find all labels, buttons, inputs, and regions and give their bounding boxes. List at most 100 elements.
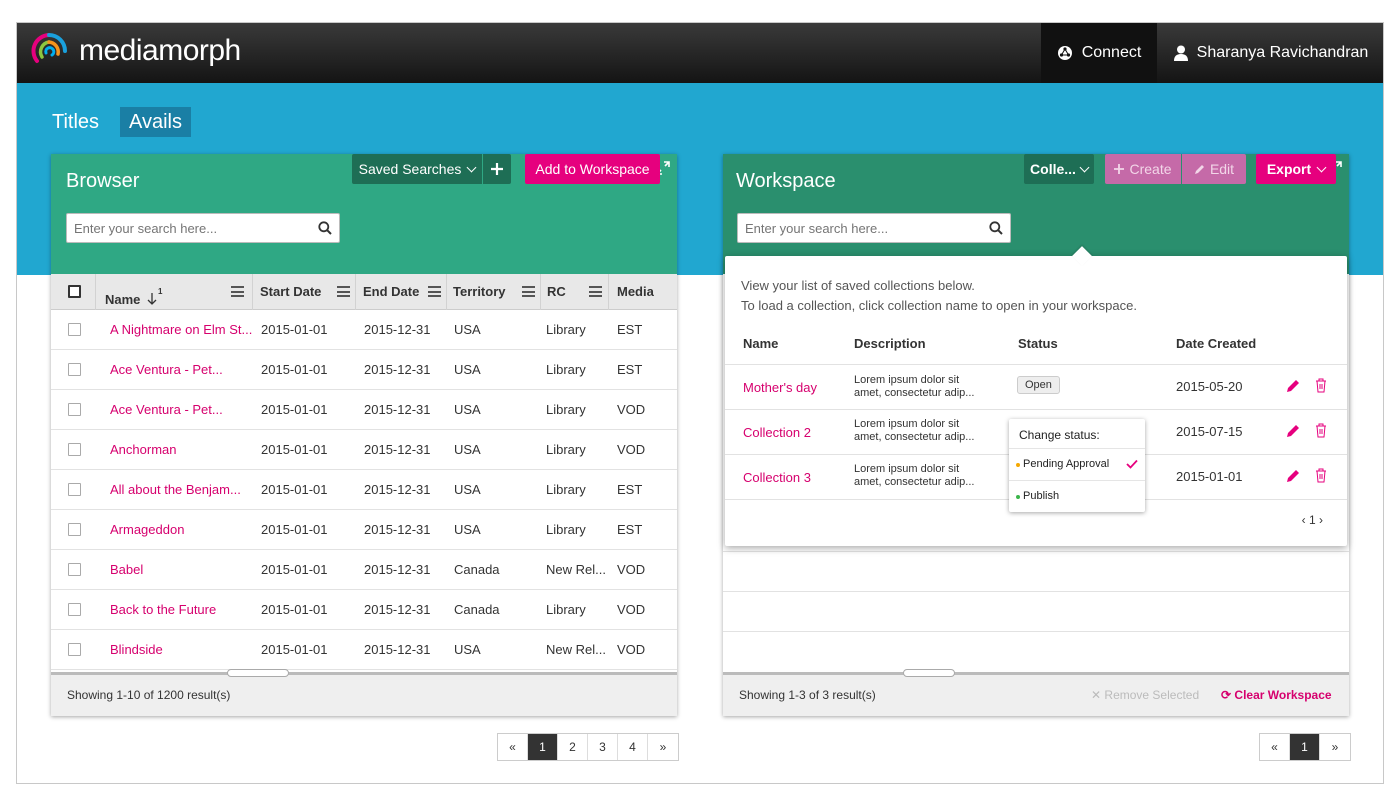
row-checkbox[interactable]: [68, 643, 81, 656]
row-checkbox[interactable]: [68, 403, 81, 416]
cell-media: VOD: [617, 562, 646, 577]
table-row[interactable]: Babel 2015-01-01 2015-12-31 Canada New Rel..…: [51, 550, 677, 590]
row-checkbox[interactable]: [68, 563, 81, 576]
refresh-icon: ⟳: [1221, 688, 1232, 702]
status-option-pending[interactable]: Pending Approval: [1009, 448, 1145, 479]
horizontal-scrollbar[interactable]: [227, 669, 289, 677]
collection-name-link[interactable]: Mother's day: [743, 380, 817, 395]
trash-icon[interactable]: [1314, 422, 1328, 438]
status-badge[interactable]: Open: [1017, 376, 1060, 394]
workspace-search-input[interactable]: [738, 214, 1010, 242]
remove-selected-button[interactable]: ✕ Remove Selected: [1091, 688, 1199, 702]
table-row[interactable]: Ace Ventura - Pet... 2015-01-01 2015-12-31…: [51, 350, 677, 390]
create-button[interactable]: Create: [1105, 154, 1181, 184]
pager-prev[interactable]: «: [1260, 734, 1290, 760]
column-menu-icon[interactable]: [522, 286, 535, 297]
col-name[interactable]: Name 1: [105, 274, 163, 310]
table-row[interactable]: Armageddon 2015-01-01 2015-12-31 USA Library…: [51, 510, 677, 550]
export-button[interactable]: Export: [1256, 154, 1336, 184]
pager-page-1[interactable]: 1: [1290, 734, 1320, 760]
chevron-right-icon[interactable]: ›: [1319, 513, 1323, 527]
cell-name[interactable]: Ace Ventura - Pet...: [110, 390, 255, 430]
search-icon[interactable]: [989, 221, 1003, 235]
col-end-date[interactable]: End Date: [363, 274, 419, 310]
pager-page-2[interactable]: 2: [558, 734, 588, 760]
pager-page-1[interactable]: 1: [528, 734, 558, 760]
table-row[interactable]: Ace Ventura - Pet... 2015-01-01 2015-12-31…: [51, 390, 677, 430]
pager-page-4[interactable]: 4: [618, 734, 648, 760]
row-checkbox[interactable]: [68, 523, 81, 536]
user-menu[interactable]: Sharanya Ravichandran: [1157, 23, 1383, 83]
tab-avails[interactable]: Avails: [120, 107, 191, 137]
connect-button[interactable]: Connect: [1041, 23, 1157, 83]
col-media[interactable]: Media: [617, 274, 654, 310]
table-row[interactable]: All about the Benjam... 2015-01-01 2015-12…: [51, 470, 677, 510]
col-territory[interactable]: Territory: [453, 274, 506, 310]
browser-search-input[interactable]: [67, 214, 339, 242]
pager-next[interactable]: »: [648, 734, 678, 760]
tab-titles[interactable]: Titles: [52, 107, 99, 137]
pager-prev[interactable]: «: [498, 734, 528, 760]
cell-start: 2015-01-01: [261, 642, 328, 657]
browser-panel: Browser Saved Searches Add to Workspace …: [51, 154, 677, 716]
col-start-date[interactable]: Start Date: [260, 274, 321, 310]
cell-name[interactable]: Armageddon: [110, 510, 255, 550]
table-row[interactable]: A Nightmare on Elm St... 2015-01-01 2015-1…: [51, 310, 677, 350]
app-frame: mediamorph Connect Sharanya Ravichandran…: [16, 22, 1384, 784]
cell-name[interactable]: Back to the Future: [110, 590, 255, 630]
pending-dot-icon: [1016, 463, 1020, 467]
pencil-icon[interactable]: [1286, 469, 1300, 483]
horizontal-scrollbar[interactable]: [903, 669, 955, 677]
column-menu-icon[interactable]: [428, 286, 441, 297]
cell-media: EST: [617, 482, 643, 497]
row-checkbox[interactable]: [68, 483, 81, 496]
add-search-button[interactable]: [483, 154, 511, 184]
edit-button[interactable]: Edit: [1182, 154, 1246, 184]
cell-end: 2015-12-31: [364, 522, 431, 537]
clear-workspace-button[interactable]: ⟳ Clear Workspace: [1221, 688, 1332, 702]
table-row[interactable]: Blindside 2015-01-01 2015-12-31 USA New Rel.…: [51, 630, 677, 670]
workspace-title: Workspace: [736, 170, 836, 192]
column-menu-icon[interactable]: [589, 286, 602, 297]
logo[interactable]: mediamorph: [29, 31, 241, 71]
browser-header: Browser Saved Searches Add to Workspace: [51, 154, 677, 274]
table-row[interactable]: Anchorman 2015-01-01 2015-12-31 USA Library V…: [51, 430, 677, 470]
row-checkbox[interactable]: [68, 363, 81, 376]
collections-intro: View your list of saved collections belo…: [741, 276, 1137, 316]
publish-label: Publish: [1023, 490, 1060, 502]
cell-name[interactable]: All about the Benjam...: [110, 470, 255, 510]
collection-name-link[interactable]: Collection 2: [743, 425, 811, 440]
pencil-icon[interactable]: [1286, 424, 1300, 438]
collection-name-link[interactable]: Collection 3: [743, 470, 811, 485]
cell-name[interactable]: A Nightmare on Elm St...: [110, 310, 255, 350]
saved-searches-button[interactable]: Saved Searches: [352, 154, 482, 184]
workspace-search[interactable]: [737, 213, 1011, 243]
row-checkbox[interactable]: [68, 443, 81, 456]
cell-name[interactable]: Anchorman: [110, 430, 255, 470]
row-checkbox[interactable]: [68, 603, 81, 616]
chevron-left-icon[interactable]: ‹: [1302, 513, 1306, 527]
pager-next[interactable]: »: [1320, 734, 1350, 760]
collections-page[interactable]: 1: [1309, 513, 1316, 527]
column-menu-icon[interactable]: [231, 286, 244, 297]
pager-page-3[interactable]: 3: [588, 734, 618, 760]
collections-button[interactable]: Colle...: [1024, 154, 1094, 184]
pencil-icon[interactable]: [1286, 379, 1300, 393]
trash-icon[interactable]: [1314, 467, 1328, 483]
col-rc[interactable]: RC: [547, 274, 566, 310]
cell-name[interactable]: Babel: [110, 550, 255, 590]
publish-dot-icon: [1016, 495, 1020, 499]
status-option-publish[interactable]: Publish: [1009, 480, 1145, 511]
search-icon[interactable]: [318, 221, 332, 235]
cell-start: 2015-01-01: [261, 322, 328, 337]
table-row[interactable]: Back to the Future 2015-01-01 2015-12-31 Ca…: [51, 590, 677, 630]
cell-name[interactable]: Ace Ventura - Pet...: [110, 350, 255, 390]
add-to-workspace-button[interactable]: Add to Workspace: [525, 154, 660, 184]
cell-start: 2015-01-01: [261, 442, 328, 457]
cell-name[interactable]: Blindside: [110, 630, 255, 670]
browser-search[interactable]: [66, 213, 340, 243]
trash-icon[interactable]: [1314, 377, 1328, 393]
column-menu-icon[interactable]: [337, 286, 350, 297]
row-checkbox[interactable]: [68, 323, 81, 336]
select-all-checkbox[interactable]: [68, 285, 81, 298]
